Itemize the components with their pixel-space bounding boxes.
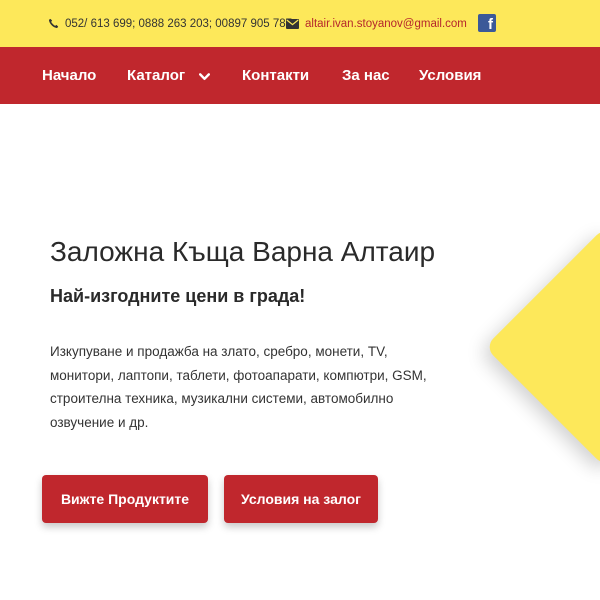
nav-item-label: Начало — [42, 67, 97, 84]
phone-numbers: 052/ 613 699; 0888 263 203; 00897 905 78… — [65, 17, 293, 30]
nav-item-label: За нас — [342, 67, 390, 84]
nav-item-home[interactable]: Начало — [42, 47, 96, 104]
top-contact-bar: 052/ 613 699; 0888 263 203; 00897 905 78… — [0, 0, 600, 47]
facebook-link[interactable]: f — [478, 14, 496, 32]
phone-icon — [48, 18, 59, 29]
nav-item-contacts[interactable]: Контакти — [242, 47, 309, 104]
pawn-terms-button[interactable]: Условия на залог — [224, 475, 378, 523]
hero-description: Изкупуване и продажба на злато, сребро, … — [50, 344, 427, 430]
page-title: Заложна Къща Варна Алтаир — [50, 236, 436, 267]
main-navigation: Начало Каталог Контакти За нас Условия — [0, 47, 600, 104]
nav-item-label: Условия — [419, 67, 482, 84]
view-products-button[interactable]: Вижте Продуктите — [42, 475, 208, 523]
nav-item-terms[interactable]: Условия — [419, 47, 481, 104]
hero-subtitle: Най-изгодните цени в града! — [50, 286, 306, 306]
envelope-icon — [286, 18, 299, 29]
email-contact[interactable]: altair.ivan.stoyanov@gmail.com — [286, 0, 467, 47]
nav-item-about[interactable]: За нас — [342, 47, 390, 104]
phone-contact: 052/ 613 699; 0888 263 203; 00897 905 78… — [48, 0, 292, 47]
decorative-diamond — [484, 226, 600, 468]
email-link[interactable]: altair.ivan.stoyanov@gmail.com — [305, 18, 467, 30]
chevron-down-icon[interactable] — [199, 48, 211, 105]
nav-item-label: Контакти — [242, 67, 310, 84]
facebook-icon[interactable]: f — [478, 14, 496, 32]
nav-item-label: Каталог — [127, 67, 186, 84]
nav-item-catalog[interactable]: Каталог — [127, 47, 211, 105]
